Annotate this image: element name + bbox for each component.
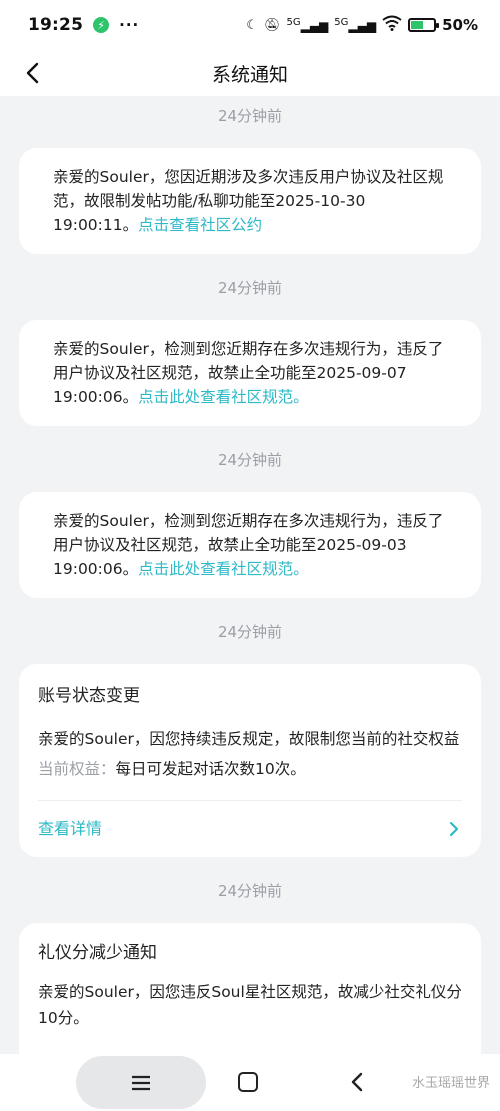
notification-list[interactable]: 24分钟前 亲爱的Souler，您因近期涉及多次违反用户协议及社区规范，故限制发… [0,96,500,1056]
recent-apps-button[interactable] [76,1056,206,1109]
view-details-button[interactable]: 查看详情 [38,801,462,857]
wifi-icon [382,15,402,35]
charging-indicator-icon: ⚡ [93,17,110,33]
view-details-label: 查看详情 [38,819,103,838]
timestamp: 24分钟前 [217,451,283,469]
card-title: 礼仪分减少通知 [38,943,157,963]
back-button[interactable] [14,55,50,91]
card-title: 账号状态变更 [38,686,140,706]
mute-icon: 🔕︎ [263,17,281,33]
page-title: 系统通知 [211,63,288,86]
battery-icon [408,18,440,32]
community-rules-link[interactable]: 点击此处查看社区规范。 [138,388,309,406]
system-nav-bar: 水玉瑶瑶世界 [0,1054,500,1111]
rights-value: 每日可发起对话次数10次。 [115,760,306,778]
chevron-left-icon [26,62,39,84]
timestamp: 24分钟前 [217,882,283,900]
do-not-disturb-icon: ☾ [246,17,258,33]
watermark: 水玉瑶瑶世界 [411,1076,490,1091]
etiquette-score-card: 礼仪分减少通知 亲爱的Souler，因您违反Soul星社区规范，故减少社交礼仪分… [19,923,481,1056]
community-rules-link[interactable]: 点击查看社区公约 [138,216,262,234]
signal-2-icon: 5G▂▄▆ [334,17,377,33]
status-bar: 19:25 ⚡ ··· ☾ 🔕︎ 5G▂▄▆ 5G▂▄▆ 50% [0,0,500,50]
card-text: 亲爱的Souler，因您违反Soul星社区规范，故减少社交礼仪分10分。 [38,983,462,1027]
more-notifications-icon: ··· [119,16,140,34]
chevron-right-icon [449,821,459,837]
signal-1-label: 5G [286,17,301,28]
current-rights: 当前权益：每日可发起对话次数10次。 [38,756,462,782]
system-back-button[interactable] [344,1068,372,1096]
timestamp: 24分钟前 [217,623,283,641]
community-rules-link[interactable]: 点击此处查看社区规范。 [138,560,309,578]
home-button[interactable] [238,1072,258,1092]
notification-card: 亲爱的Souler，您因近期涉及多次违反用户协议及社区规范，故限制发帖功能/私聊… [19,148,481,254]
signal-2-label: 5G [334,17,349,28]
account-status-card: 账号状态变更 亲爱的Souler，因您持续违反规定，故限制您当前的社交权益 当前… [19,664,481,857]
menu-icon [132,1075,150,1090]
timestamp: 24分钟前 [217,279,283,297]
rights-label: 当前权益： [38,760,116,778]
clock-time: 19:25 [28,15,84,35]
notification-card: 亲爱的Souler，检测到您近期存在多次违规行为，违反了用户协议及社区规范，故禁… [19,320,481,426]
app-header: 系统通知 [0,50,500,96]
card-text: 亲爱的Souler，因您持续违反规定，故限制您当前的社交权益 [38,730,460,748]
signal-1-icon: 5G▂▄▆ [286,17,329,33]
notification-card: 亲爱的Souler，检测到您近期存在多次违规行为，违反了用户协议及社区规范，故禁… [19,492,481,598]
timestamp: 24分钟前 [217,107,283,125]
back-triangle-icon [351,1072,363,1092]
battery-percent: 50% [442,16,478,34]
